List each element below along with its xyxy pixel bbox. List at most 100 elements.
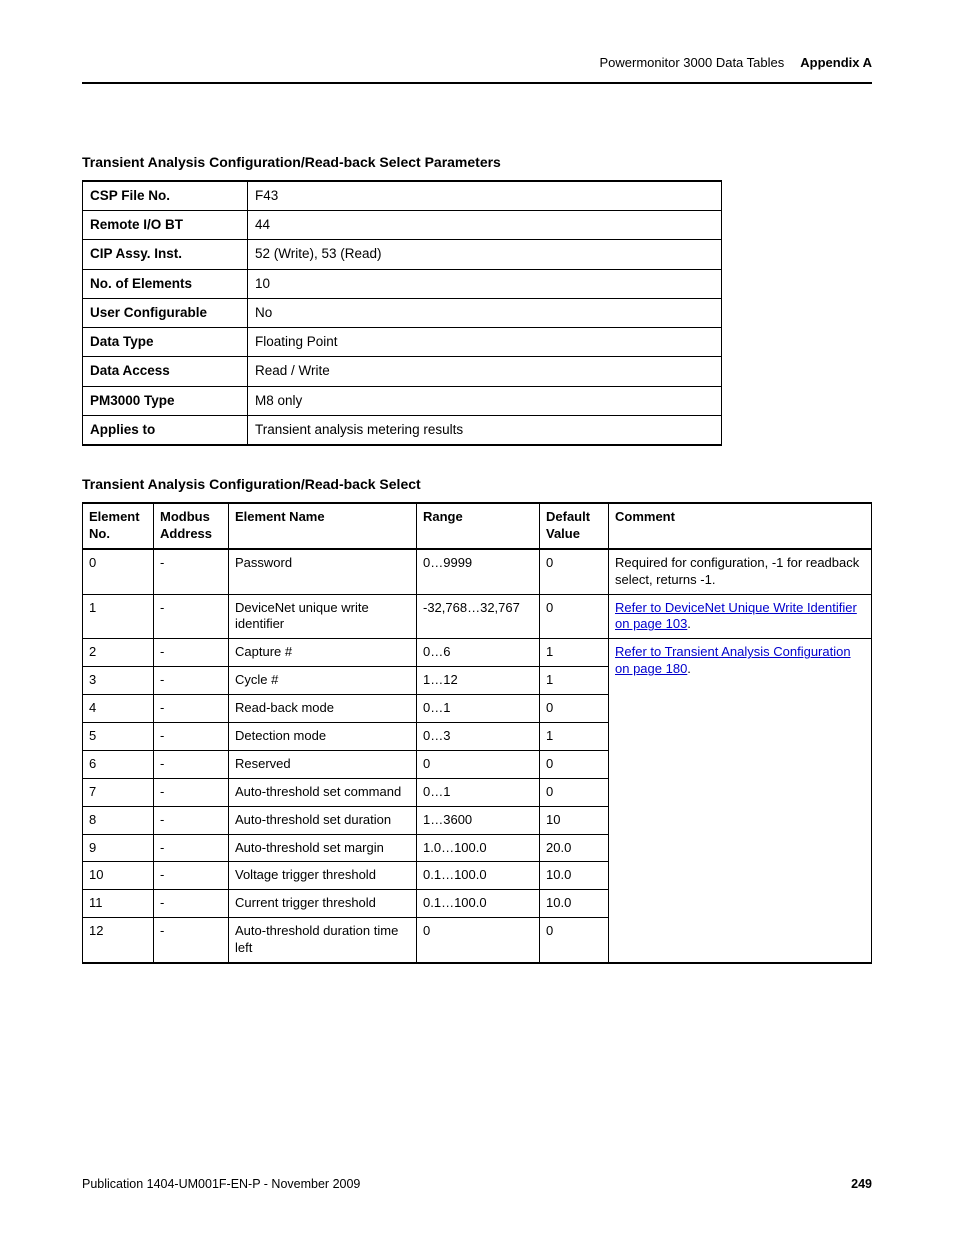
col-range: Range [417,503,540,549]
param-label: CSP File No. [83,181,248,211]
section-title-parameters: Transient Analysis Configuration/Read-ba… [82,154,872,170]
cell-range: 0 [417,750,540,778]
table-row: 0 - Password 0…9999 0 Required for confi… [83,549,872,594]
cell-range: 0…1 [417,778,540,806]
col-comment: Comment [609,503,872,549]
cell-def: 0 [540,549,609,594]
footer-page-number: 249 [851,1177,872,1191]
cell-comment: Required for configuration, -1 for readb… [609,549,872,594]
table-row: Data AccessRead / Write [83,357,722,386]
cell-mod: - [154,667,229,695]
param-value: F43 [248,181,722,211]
cell-el: 0 [83,549,154,594]
table-row: User ConfigurableNo [83,298,722,327]
cell-def: 0 [540,695,609,723]
cell-mod: - [154,890,229,918]
cell-def: 1 [540,722,609,750]
cell-name: DeviceNet unique write identifier [229,594,417,639]
param-value: 44 [248,211,722,240]
cell-name: Cycle # [229,667,417,695]
cell-el: 4 [83,695,154,723]
table-row: PM3000 TypeM8 only [83,386,722,415]
table-row: Applies toTransient analysis metering re… [83,415,722,445]
param-label: Data Type [83,328,248,357]
cell-range: 1…3600 [417,806,540,834]
cell-name: Password [229,549,417,594]
cell-mod: - [154,594,229,639]
cell-name: Current trigger threshold [229,890,417,918]
param-value: 10 [248,269,722,298]
cell-range: 0…6 [417,639,540,667]
cell-comment-merged: Refer to Transient Analysis Configuratio… [609,639,872,963]
cell-el: 2 [83,639,154,667]
header-section: Powermonitor 3000 Data Tables [599,55,784,70]
cell-el: 6 [83,750,154,778]
table-row: Remote I/O BT44 [83,211,722,240]
cell-mod: - [154,918,229,963]
cell-el: 9 [83,834,154,862]
param-value: 52 (Write), 53 (Read) [248,240,722,269]
cell-name: Reserved [229,750,417,778]
cell-range: 0.1…100.0 [417,862,540,890]
cell-el: 11 [83,890,154,918]
table-row: CSP File No.F43 [83,181,722,211]
cell-def: 0 [540,594,609,639]
col-element-name: Element Name [229,503,417,549]
cell-range: 0 [417,918,540,963]
section-title-select: Transient Analysis Configuration/Read-ba… [82,476,872,492]
table-row: 2 - Capture # 0…6 1 Refer to Transient A… [83,639,872,667]
link-devicenet[interactable]: Refer to DeviceNet Unique Write Identifi… [615,600,857,632]
table-header-row: Element No. Modbus Address Element Name … [83,503,872,549]
cell-el: 1 [83,594,154,639]
cell-name: Auto-threshold set margin [229,834,417,862]
cell-mod: - [154,778,229,806]
cell-name: Capture # [229,639,417,667]
cell-mod: - [154,862,229,890]
parameters-table: CSP File No.F43 Remote I/O BT44 CIP Assy… [82,180,722,446]
param-value: M8 only [248,386,722,415]
param-label: CIP Assy. Inst. [83,240,248,269]
param-label: PM3000 Type [83,386,248,415]
table-row: No. of Elements10 [83,269,722,298]
cell-name: Voltage trigger threshold [229,862,417,890]
cell-mod: - [154,695,229,723]
cell-def: 1 [540,639,609,667]
cell-el: 12 [83,918,154,963]
cell-range: 0…3 [417,722,540,750]
param-label: Remote I/O BT [83,211,248,240]
cell-def: 1 [540,667,609,695]
table-row: CIP Assy. Inst.52 (Write), 53 (Read) [83,240,722,269]
cell-range: 0…1 [417,695,540,723]
cell-el: 5 [83,722,154,750]
cell-name: Auto-threshold duration time left [229,918,417,963]
cell-def: 0 [540,750,609,778]
col-element-no: Element No. [83,503,154,549]
param-label: No. of Elements [83,269,248,298]
link-transient-analysis[interactable]: Refer to Transient Analysis Configuratio… [615,644,851,676]
param-label: Data Access [83,357,248,386]
cell-def: 10 [540,806,609,834]
cell-name: Auto-threshold set command [229,778,417,806]
header-appendix: Appendix A [800,55,872,70]
cell-range: -32,768…32,767 [417,594,540,639]
cell-def: 0 [540,918,609,963]
text: . [687,661,691,676]
col-default-value: Default Value [540,503,609,549]
param-value: Transient analysis metering results [248,415,722,445]
cell-range: 0.1…100.0 [417,890,540,918]
cell-el: 10 [83,862,154,890]
cell-def: 0 [540,778,609,806]
cell-comment: Refer to DeviceNet Unique Write Identifi… [609,594,872,639]
param-value: No [248,298,722,327]
cell-mod: - [154,806,229,834]
cell-def: 20.0 [540,834,609,862]
cell-def: 10.0 [540,890,609,918]
param-label: User Configurable [83,298,248,327]
cell-name: Detection mode [229,722,417,750]
page-footer: Publication 1404-UM001F-EN-P - November … [82,1177,872,1195]
cell-range: 0…9999 [417,549,540,594]
param-value: Read / Write [248,357,722,386]
cell-range: 1…12 [417,667,540,695]
col-modbus-address: Modbus Address [154,503,229,549]
cell-name: Read-back mode [229,695,417,723]
